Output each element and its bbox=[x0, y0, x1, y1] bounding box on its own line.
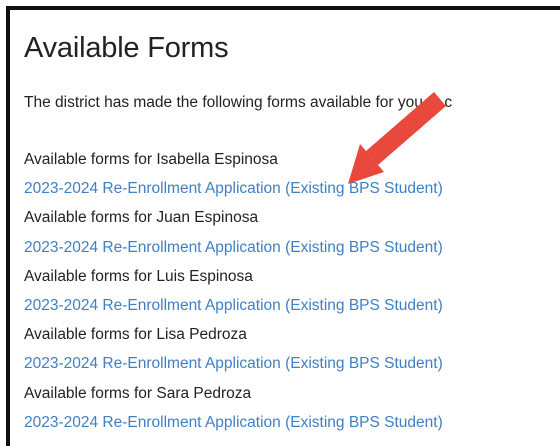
forms-list: Available forms for Isabella Espinosa 20… bbox=[24, 145, 443, 437]
forms-panel: Available Forms The district has made th… bbox=[6, 6, 560, 446]
student-label-luis: Available forms for Luis Espinosa bbox=[24, 267, 253, 285]
intro-text: The district has made the following form… bbox=[24, 94, 453, 111]
form-link-lisa[interactable]: 2023-2024 Re-Enrollment Application (Exi… bbox=[24, 355, 443, 372]
student-label-sara: Available forms for Sara Pedroza bbox=[24, 384, 252, 402]
form-link-isabella[interactable]: 2023-2024 Re-Enrollment Application (Exi… bbox=[24, 180, 443, 197]
student-label-juan: Available forms for Juan Espinosa bbox=[24, 209, 259, 227]
form-link-luis[interactable]: 2023-2024 Re-Enrollment Application (Exi… bbox=[24, 297, 443, 314]
form-link-sara[interactable]: 2023-2024 Re-Enrollment Application (Exi… bbox=[24, 414, 443, 431]
form-link-juan[interactable]: 2023-2024 Re-Enrollment Application (Exi… bbox=[24, 239, 443, 256]
page-title: Available Forms bbox=[24, 32, 229, 64]
student-label-lisa: Available forms for Lisa Pedroza bbox=[24, 326, 247, 344]
student-label-isabella: Available forms for Isabella Espinosa bbox=[24, 151, 278, 168]
